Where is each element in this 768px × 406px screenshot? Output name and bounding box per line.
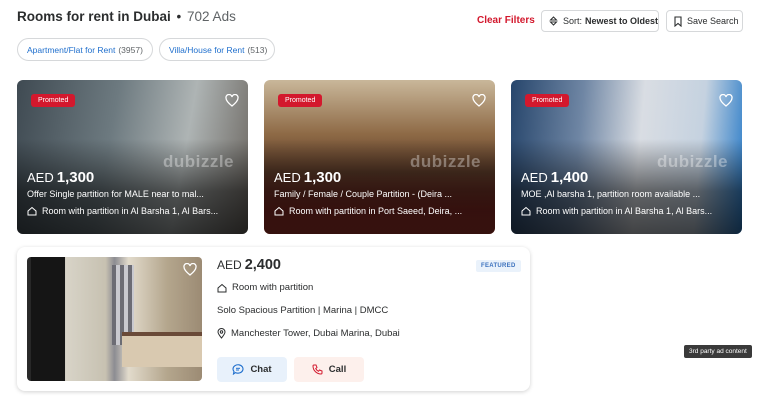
listing-card[interactable]: Promoted dubizzle AED 1,300 Family / Fema… — [264, 80, 495, 234]
watermark: dubizzle — [656, 152, 728, 171]
chip-villa-house[interactable]: Villa/House for Rent (513) — [159, 38, 275, 61]
home-icon — [217, 283, 227, 293]
listing-type-location: Room with partition in Al Barsha 1, Al B… — [27, 206, 238, 216]
type-location-text: Room with partition in Port Saeed, Deira… — [289, 206, 463, 216]
featured-listing-image[interactable] — [27, 257, 202, 381]
price-value: 2,400 — [244, 257, 281, 273]
third-party-ad-label: 3rd party ad content — [684, 345, 752, 358]
price-value: 1,400 — [550, 169, 589, 186]
featured-title: Solo Spacious Partition | Marina | DMCC — [217, 305, 389, 316]
listing-price: AED 1,300 — [274, 169, 341, 186]
promoted-badge: Promoted — [31, 94, 76, 107]
type-location-text: Room with partition in Al Barsha 1, Al B… — [536, 206, 713, 216]
sort-value: Newest to Oldest — [585, 16, 659, 26]
ads-count: 702 Ads — [187, 9, 236, 24]
home-icon — [27, 206, 37, 216]
promoted-badge: Promoted — [525, 94, 570, 107]
chat-button[interactable]: Chat — [217, 357, 287, 382]
heart-icon[interactable] — [472, 93, 486, 112]
listing-card[interactable]: Promoted dubizzle AED 1,400 MOE ,Al barsh… — [511, 80, 742, 234]
type-location-text: Room with partition in Al Barsha 1, Al B… — [42, 206, 219, 216]
featured-listing-card[interactable]: AED 2,400 FEATURED Room with partition So… — [17, 247, 530, 391]
chat-icon — [232, 364, 244, 375]
page-title-text: Rooms for rent in Dubai — [17, 9, 171, 24]
chip-count: (513) — [247, 44, 268, 55]
home-icon — [274, 206, 284, 216]
image-wardrobe-shape — [31, 257, 65, 381]
listing-price: AED 1,400 — [521, 169, 588, 186]
heart-icon[interactable] — [183, 262, 197, 281]
phone-icon — [312, 364, 323, 375]
clear-filters-button[interactable]: Clear Filters — [477, 15, 535, 26]
currency: AED — [521, 170, 548, 185]
featured-price: AED 2,400 — [217, 257, 281, 273]
listing-card[interactable]: Promoted dubizzle AED 1,300 Offer Single … — [17, 80, 248, 234]
currency: AED — [274, 170, 301, 185]
chip-label: Villa/House for Rent — [169, 44, 245, 55]
save-search-label: Save Search — [687, 16, 739, 26]
sort-label: Sort: — [563, 16, 583, 26]
watermark: dubizzle — [409, 152, 481, 171]
promoted-badge: Promoted — [278, 94, 323, 107]
image-bed-shape — [122, 332, 202, 367]
heart-icon[interactable] — [719, 93, 733, 112]
heart-icon[interactable] — [225, 93, 239, 112]
call-button[interactable]: Call — [294, 357, 364, 382]
featured-location: Manchester Tower, Dubai Marina, Dubai — [217, 328, 400, 339]
chip-label: Apartment/Flat for Rent — [27, 44, 116, 55]
home-icon — [521, 206, 531, 216]
location-pin-icon — [217, 328, 226, 339]
listing-price: AED 1,300 — [27, 169, 94, 186]
chip-apartment-flat[interactable]: Apartment/Flat for Rent (3957) — [17, 38, 153, 61]
featured-badge: FEATURED — [476, 260, 521, 272]
featured-location-text: Manchester Tower, Dubai Marina, Dubai — [231, 328, 400, 339]
listing-title: MOE ,Al barsha 1, partition room availab… — [521, 189, 701, 199]
chip-count: (3957) — [118, 44, 143, 55]
currency: AED — [217, 258, 242, 272]
price-value: 1,300 — [56, 169, 95, 186]
listing-title: Family / Female / Couple Partition - (De… — [274, 189, 453, 199]
save-search-button[interactable]: Save Search — [666, 10, 743, 32]
currency: AED — [27, 170, 54, 185]
chat-label: Chat — [250, 364, 272, 375]
bookmark-icon — [674, 15, 682, 27]
price-value: 1,300 — [303, 169, 342, 186]
listing-type-location: Room with partition in Port Saeed, Deira… — [274, 206, 485, 216]
title-separator: • — [176, 9, 182, 24]
sort-icon — [549, 16, 558, 26]
listing-type-location: Room with partition in Al Barsha 1, Al B… — [521, 206, 732, 216]
sort-button[interactable]: Sort: Newest to Oldest — [541, 10, 659, 32]
listing-title: Offer Single partition for MALE near to … — [27, 189, 204, 199]
call-label: Call — [328, 364, 347, 375]
watermark: dubizzle — [162, 152, 234, 171]
featured-type: Room with partition — [217, 282, 313, 293]
featured-type-text: Room with partition — [232, 282, 314, 293]
page-title: Rooms for rent in Dubai • 702 Ads — [17, 9, 236, 24]
